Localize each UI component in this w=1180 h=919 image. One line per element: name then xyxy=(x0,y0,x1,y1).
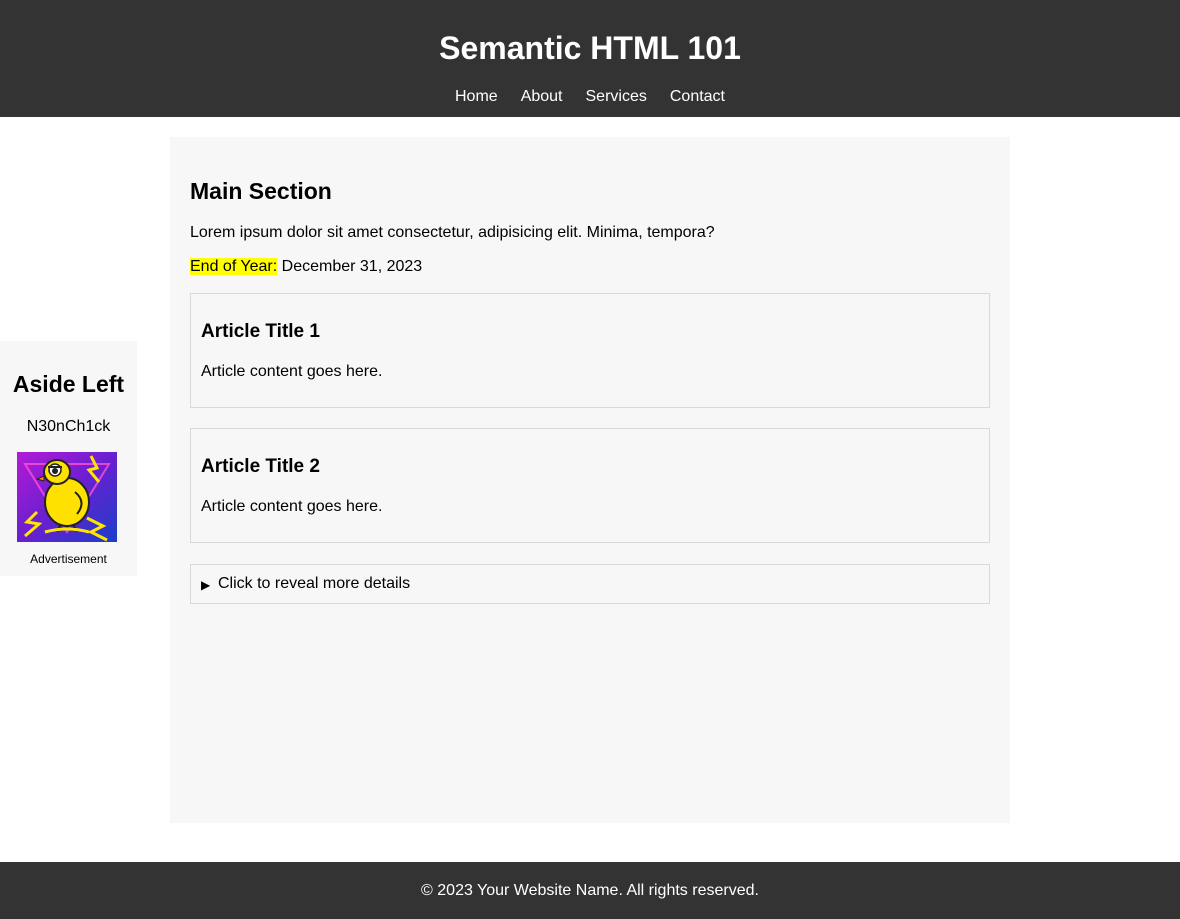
site-header: Semantic HTML 101 Home About Services Co… xyxy=(0,0,1180,117)
nav-link-home[interactable]: Home xyxy=(455,86,498,108)
nav-link-about[interactable]: About xyxy=(521,86,563,108)
details-disclosure[interactable]: ▶ Click to reveal more details xyxy=(190,564,990,604)
article-title: Article Title 2 xyxy=(201,456,320,477)
main-section: Main Section Lorem ipsum dolor sit amet … xyxy=(170,137,1010,823)
aside-left: Aside Left N30nCh1ck Advertisement xyxy=(0,341,137,576)
end-of-year-label: End of Year: xyxy=(190,258,278,275)
aside-username: N30nCh1ck xyxy=(26,418,111,435)
article-content: Article content goes here. xyxy=(201,498,383,515)
main-paragraph: Lorem ipsum dolor sit amet consectetur, … xyxy=(190,224,715,241)
main-nav: Home About Services Contact xyxy=(0,86,1180,108)
aside-title: Aside Left xyxy=(12,371,125,397)
end-of-year-date: December 31, 2023 xyxy=(281,258,423,275)
site-footer: © 2023 Your Website Name. All rights res… xyxy=(0,862,1180,919)
article-title: Article Title 1 xyxy=(201,321,320,342)
nav-link-contact[interactable]: Contact xyxy=(670,86,725,108)
site-title: Semantic HTML 101 xyxy=(439,30,741,66)
article-content: Article content goes here. xyxy=(201,363,383,380)
advertisement-image[interactable] xyxy=(17,452,117,542)
article-card: Article Title 1 Article content goes her… xyxy=(190,293,990,408)
details-summary-label[interactable]: Click to reveal more details xyxy=(218,574,410,594)
end-of-year-line: End of Year: December 31, 2023 xyxy=(190,257,422,277)
main-section-title: Main Section xyxy=(190,178,332,204)
nav-link-services[interactable]: Services xyxy=(586,86,647,108)
advertisement-caption: Advertisement xyxy=(30,552,107,566)
disclosure-triangle-icon[interactable]: ▶ xyxy=(201,577,210,593)
footer-copyright: © 2023 Your Website Name. All rights res… xyxy=(421,882,759,899)
article-card: Article Title 2 Article content goes her… xyxy=(190,428,990,543)
